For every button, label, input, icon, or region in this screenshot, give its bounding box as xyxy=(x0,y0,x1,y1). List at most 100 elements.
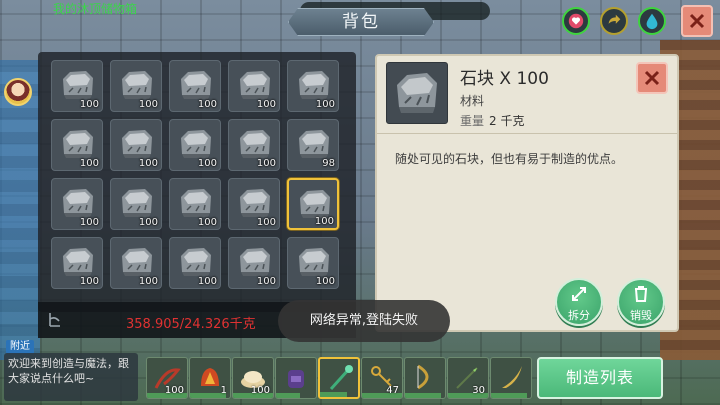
slot-quantity: 100 xyxy=(79,99,99,110)
storage-banner-text: 我的沐顶储物箱 xyxy=(52,2,137,16)
refresh-arrow-icon xyxy=(608,14,621,24)
slot-quantity: 100 xyxy=(138,158,158,169)
close-inventory-button[interactable] xyxy=(681,5,713,37)
item-weight-label: 重量 xyxy=(460,114,485,128)
slot-quantity: 100 xyxy=(79,158,99,169)
inventory-slot[interactable]: 100 xyxy=(51,60,103,112)
hotbar-slot[interactable] xyxy=(275,357,317,399)
inventory-slot[interactable]: 100 xyxy=(169,178,221,230)
stone-icon xyxy=(59,244,97,278)
item-weight: 2 千克 xyxy=(489,114,525,128)
stone-icon xyxy=(177,126,215,160)
durability-bar xyxy=(491,393,527,398)
water-drop-icon xyxy=(646,13,658,30)
green-staff-icon xyxy=(325,363,355,393)
golden-bow-icon xyxy=(410,362,440,392)
slot-quantity: 100 xyxy=(197,276,217,287)
health-button[interactable] xyxy=(562,7,590,35)
inventory-slot[interactable]: 100 xyxy=(110,119,162,171)
slot-quantity: 100 xyxy=(315,99,335,110)
hotbar-slot[interactable]: 100 xyxy=(232,357,274,399)
inventory-slot[interactable]: 100 xyxy=(51,178,103,230)
inventory-slot[interactable]: 100 xyxy=(287,178,339,230)
hotbar-slot[interactable]: 1 xyxy=(189,357,231,399)
inventory-slot[interactable]: 100 xyxy=(169,60,221,112)
stone-icon xyxy=(295,126,333,160)
slot-quantity: 100 xyxy=(197,158,217,169)
stone-icon xyxy=(118,126,156,160)
slot-quantity: 100 xyxy=(314,216,334,227)
hotbar-quantity: 100 xyxy=(164,385,184,396)
stone-icon xyxy=(236,185,274,219)
expand-arrows-icon xyxy=(572,287,586,301)
item-detail-icon xyxy=(386,62,448,124)
slot-quantity: 100 xyxy=(197,99,217,110)
hotbar-quantity: 30 xyxy=(472,385,485,396)
inventory-slot[interactable]: 100 xyxy=(287,60,339,112)
stone-icon xyxy=(236,126,274,160)
slot-quantity: 100 xyxy=(197,217,217,228)
slot-quantity: 100 xyxy=(315,276,335,287)
craft-list-label: 制造列表 xyxy=(565,368,634,387)
stone-icon xyxy=(177,244,215,278)
stone-icon xyxy=(118,244,156,278)
inventory-slot[interactable]: 100 xyxy=(228,60,280,112)
inventory-slot[interactable]: 100 xyxy=(51,237,103,289)
inventory-slot[interactable]: 100 xyxy=(110,60,162,112)
hotbar-slot[interactable]: 100 xyxy=(146,357,188,399)
slot-quantity: 100 xyxy=(138,217,158,228)
page-title: 背包 xyxy=(342,12,380,32)
destroy-button[interactable]: 销毁 xyxy=(617,278,665,326)
slot-quantity: 100 xyxy=(138,99,158,110)
inventory-slot[interactable]: 100 xyxy=(110,178,162,230)
weight-icon xyxy=(49,313,60,327)
slot-quantity: 100 xyxy=(256,158,276,169)
hotbar-slot[interactable]: 30 xyxy=(447,357,489,399)
stone-icon xyxy=(397,73,437,113)
stone-icon xyxy=(118,67,156,101)
hotbar-quantity: 1 xyxy=(220,385,227,396)
item-type: 材料 xyxy=(460,94,485,108)
chat-tab-nearby[interactable]: 附近 xyxy=(6,340,34,354)
close-icon xyxy=(689,13,705,29)
slot-quantity: 100 xyxy=(256,99,276,110)
durability-bar xyxy=(320,392,347,397)
close-detail-button[interactable] xyxy=(636,62,668,94)
stone-icon xyxy=(59,126,97,160)
split-button[interactable]: 拆分 xyxy=(555,278,603,326)
inventory-slot[interactable]: 100 xyxy=(110,237,162,289)
inventory-slot[interactable]: 100 xyxy=(228,119,280,171)
hotbar-slot[interactable] xyxy=(404,357,446,399)
durability-bar xyxy=(276,393,300,398)
inventory-slot[interactable]: 100 xyxy=(169,119,221,171)
chat-message: 欢迎来到创造与魔法，跟大家说点什么吧~ xyxy=(8,357,129,385)
inventory-slot[interactable]: 100 xyxy=(287,237,339,289)
stone-icon xyxy=(236,67,274,101)
player-avatar[interactable] xyxy=(4,78,32,106)
close-icon xyxy=(644,70,660,86)
inventory-slot[interactable]: 100 xyxy=(228,178,280,230)
inventory-slot[interactable]: 100 xyxy=(169,237,221,289)
hotbar-slot[interactable]: 47 xyxy=(361,357,403,399)
hotbar-slot[interactable] xyxy=(490,357,532,399)
slot-quantity: 100 xyxy=(138,276,158,287)
heart-icon xyxy=(568,13,584,29)
slot-quantity: 100 xyxy=(79,276,99,287)
hunger-button[interactable] xyxy=(600,7,628,35)
stone-icon xyxy=(59,67,97,101)
stone-icon xyxy=(177,185,215,219)
inventory-slot[interactable]: 100 xyxy=(228,237,280,289)
golden-blade-icon xyxy=(496,362,526,392)
stone-icon xyxy=(59,185,97,219)
stone-icon xyxy=(296,186,334,220)
stone-icon xyxy=(177,67,215,101)
item-name: 石块 X 100 xyxy=(460,69,549,89)
water-button[interactable] xyxy=(638,7,666,35)
slot-quantity: 100 xyxy=(256,217,276,228)
hotbar-slot[interactable] xyxy=(318,357,360,399)
inventory-slot[interactable]: 98 xyxy=(287,119,339,171)
slot-quantity: 98 xyxy=(322,158,335,169)
inventory-slot[interactable]: 100 xyxy=(51,119,103,171)
stone-icon xyxy=(118,185,156,219)
stone-icon xyxy=(295,67,333,101)
